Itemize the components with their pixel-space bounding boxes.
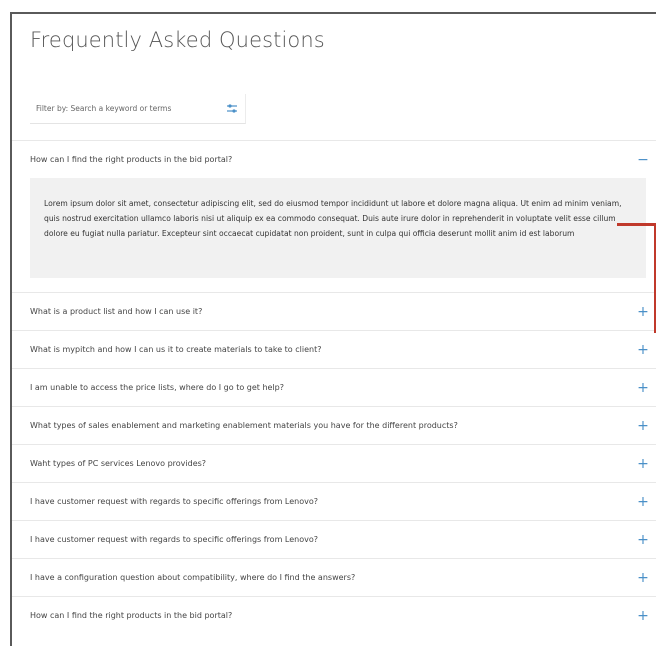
faq-item: Waht types of PC services Lenovo provide…	[12, 444, 656, 482]
expand-icon[interactable]: +	[636, 381, 650, 395]
faq-question: Waht types of PC services Lenovo provide…	[30, 459, 207, 468]
faq-question: What types of sales enablement and marke…	[30, 421, 458, 430]
search-placeholder: Filter by: Search a keyword or terms	[36, 104, 172, 113]
faq-question-row[interactable]: What is a product list and how I can use…	[12, 293, 656, 330]
faq-question-row[interactable]: What is mypitch and how I can us it to c…	[12, 331, 656, 368]
faq-question-row[interactable]: How can I find the right products in the…	[12, 141, 656, 178]
faq-question: What is a product list and how I can use…	[30, 307, 203, 316]
sliders-icon[interactable]	[225, 102, 239, 116]
collapse-icon[interactable]: −	[636, 153, 650, 167]
faq-question: I have customer request with regards to …	[30, 497, 318, 506]
faq-question-row[interactable]: What types of sales enablement and marke…	[12, 407, 656, 444]
faq-item: How can I find the right products in the…	[12, 596, 656, 634]
faq-question: I am unable to access the price lists, w…	[30, 383, 284, 392]
search-filter-input[interactable]: Filter by: Search a keyword or terms	[30, 94, 246, 124]
annotation-marker	[617, 223, 656, 226]
faq-question-row[interactable]: How can I find the right products in the…	[12, 597, 656, 634]
expand-icon[interactable]: +	[636, 533, 650, 547]
faq-question-row[interactable]: Waht types of PC services Lenovo provide…	[12, 445, 656, 482]
expand-icon[interactable]: +	[636, 305, 650, 319]
faq-item: I have customer request with regards to …	[12, 520, 656, 558]
faq-question-row[interactable]: I am unable to access the price lists, w…	[12, 369, 656, 406]
faq-question-row[interactable]: I have customer request with regards to …	[12, 483, 656, 520]
faq-question: I have customer request with regards to …	[30, 535, 318, 544]
faq-question: What is mypitch and how I can us it to c…	[30, 345, 322, 354]
faq-item: How can I find the right products in the…	[12, 140, 656, 278]
faq-list: How can I find the right products in the…	[12, 140, 656, 634]
faq-item: I am unable to access the price lists, w…	[12, 368, 656, 406]
page-title: Frequently Asked Questions	[30, 28, 325, 52]
expand-icon[interactable]: +	[636, 495, 650, 509]
expand-icon[interactable]: +	[636, 419, 650, 433]
faq-item: I have customer request with regards to …	[12, 482, 656, 520]
faq-question: How can I find the right products in the…	[30, 155, 233, 164]
faq-question-row[interactable]: I have customer request with regards to …	[12, 521, 656, 558]
faq-item: What is mypitch and how I can us it to c…	[12, 330, 656, 368]
faq-question: I have a configuration question about co…	[30, 573, 356, 582]
expand-icon[interactable]: +	[636, 571, 650, 585]
faq-item: I have a configuration question about co…	[12, 558, 656, 596]
faq-answer: Lorem ipsum dolor sit amet, consectetur …	[30, 178, 646, 278]
faq-page: Frequently Asked Questions Filter by: Se…	[10, 12, 656, 646]
faq-question: How can I find the right products in the…	[30, 611, 233, 620]
faq-item: What types of sales enablement and marke…	[12, 406, 656, 444]
faq-item: What is a product list and how I can use…	[12, 292, 656, 330]
expand-icon[interactable]: +	[636, 343, 650, 357]
expand-icon[interactable]: +	[636, 457, 650, 471]
expand-icon[interactable]: +	[636, 609, 650, 623]
faq-question-row[interactable]: I have a configuration question about co…	[12, 559, 656, 596]
